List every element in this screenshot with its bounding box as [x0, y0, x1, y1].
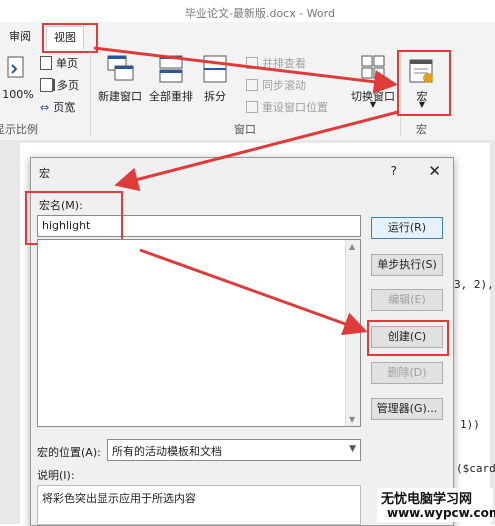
- watermark-url: www.wypcw.com: [387, 506, 495, 520]
- arrow-to-macro-name: [114, 110, 399, 192]
- annotation-arrows: [93, 46, 399, 336]
- arrow-to-create: [139, 248, 368, 336]
- watermark-title: 无忧电脑学习网: [381, 492, 473, 507]
- watermark: 无忧电脑学习网 www.wypcw.com: [377, 488, 495, 522]
- arrow-to-macro: [93, 46, 398, 94]
